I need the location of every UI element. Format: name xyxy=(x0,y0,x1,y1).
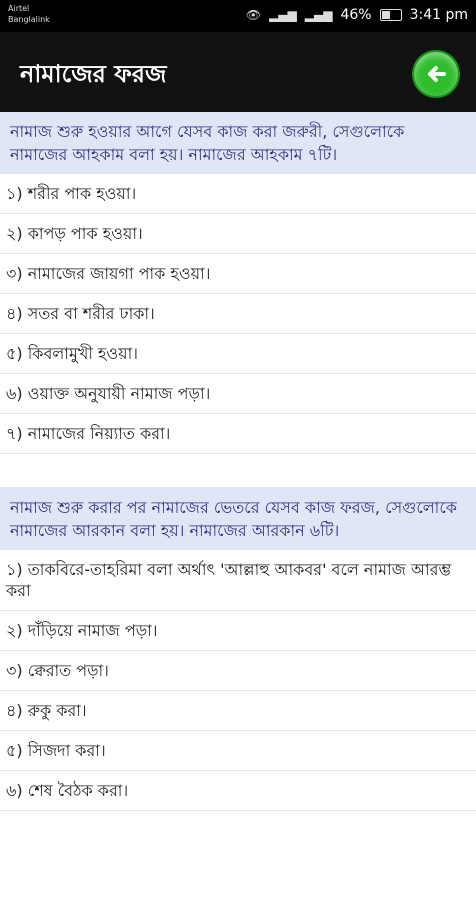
list-item[interactable]: ৬) ওয়াক্ত অনুযায়ী নামাজ পড়া। xyxy=(0,374,476,414)
eye-icon: 👁 xyxy=(245,8,262,22)
list-item[interactable]: ৩) নামাজের জায়গা পাক হওয়া। xyxy=(0,254,476,294)
battery-percent: 46% xyxy=(340,7,372,23)
list-item[interactable]: ৪) রুকু করা। xyxy=(0,691,476,731)
status-icons: 👁 ▂▄▆ ▂▄▆ 46% 3:41 pm xyxy=(246,7,468,23)
battery-level xyxy=(381,11,390,19)
list-item[interactable]: ১) তাকবিরে-তাহরিমা বলা অর্থাৎ 'আল্লাহু আ… xyxy=(0,550,476,611)
list-item[interactable]: ৭) নামাজের নিয়্যাত করা। xyxy=(0,414,476,454)
carrier-name-1: Airtel xyxy=(8,4,30,13)
list-item[interactable]: ১) শরীর পাক হওয়া। xyxy=(0,174,476,214)
arrow-left-icon xyxy=(428,66,446,82)
list-item[interactable]: ৬) শেষ বৈঠক করা। xyxy=(0,771,476,811)
section-spacer xyxy=(0,454,476,488)
list-item[interactable]: ৫) সিজদা করা। xyxy=(0,731,476,771)
section-intro: নামাজ শুরু করার পর নামাজের ভেতরে যেসব কা… xyxy=(0,488,476,550)
signal-icon-2: ▂▄▆ xyxy=(304,8,333,22)
clock: 3:41 pm xyxy=(409,7,468,23)
back-button[interactable] xyxy=(412,50,460,98)
battery-icon xyxy=(379,9,402,21)
list-item[interactable]: ৪) সতর বা শরীর ঢাকা। xyxy=(0,294,476,334)
signal-icon: ▂▄▆ xyxy=(269,8,297,22)
content: নামাজ শুরু হওয়ার আগে যেসব কাজ করা জরুরী… xyxy=(0,112,476,811)
status-bar: Airtel Banglalink 👁 ▂▄▆ ▂▄▆ 46% 3:41 pm xyxy=(0,0,476,32)
list-item[interactable]: ৩) ক্বেরাত পড়া। xyxy=(0,651,476,691)
list-item[interactable]: ২) কাপড় পাক হওয়া। xyxy=(0,214,476,254)
app-bar: নামাজের ফরজ xyxy=(0,32,476,112)
carrier-label: Airtel Banglalink xyxy=(8,3,50,25)
carrier-name-2: Banglalink xyxy=(8,15,50,24)
section-intro: নামাজ শুরু হওয়ার আগে যেসব কাজ করা জরুরী… xyxy=(0,112,476,174)
list-item[interactable]: ২) দাঁড়িয়ে নামাজ পড়া। xyxy=(0,611,476,651)
page-title: নামাজের ফরজ xyxy=(20,60,167,88)
list-item[interactable]: ৫) কিবলামুখী হওয়া। xyxy=(0,334,476,374)
